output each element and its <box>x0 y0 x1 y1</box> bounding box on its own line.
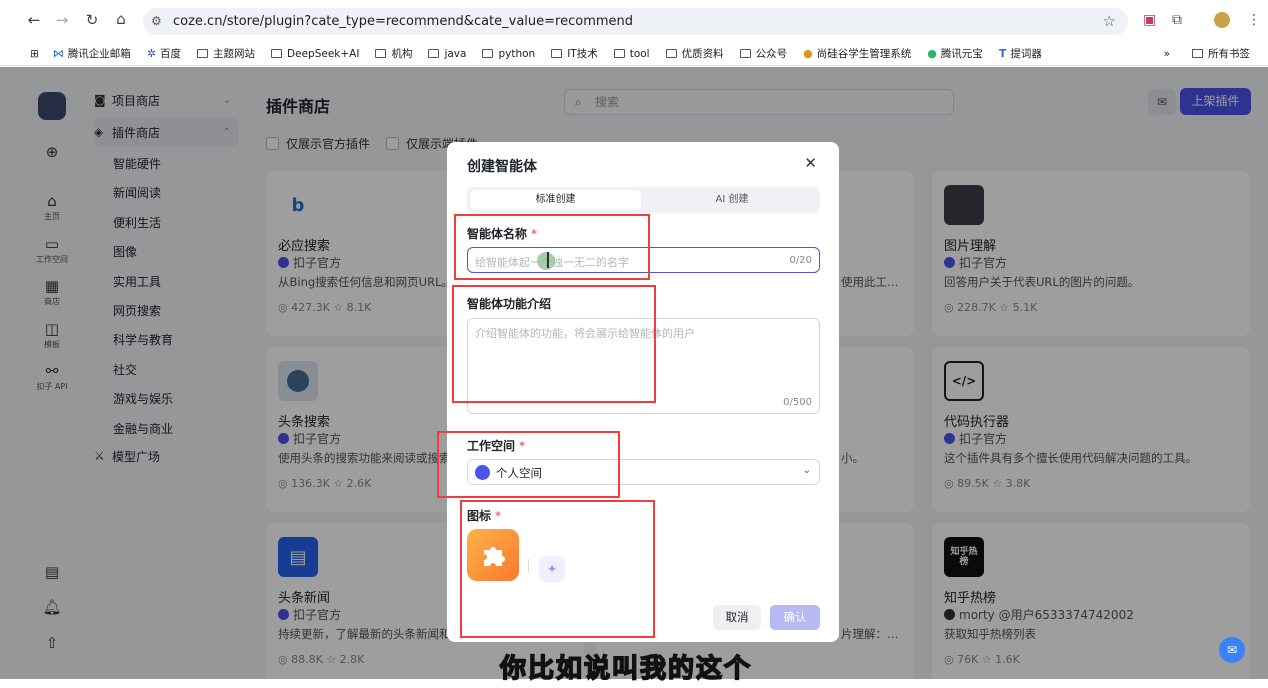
chevron-down-icon: ⌄ <box>802 465 811 476</box>
bookmark-folder[interactable]: java <box>428 48 466 60</box>
mouse-cursor <box>537 252 555 270</box>
cancel-button[interactable]: 取消 <box>713 605 761 630</box>
yuanbao-icon: ● <box>927 47 937 60</box>
bookmark-folder[interactable]: tool <box>613 48 650 60</box>
highlight-box <box>452 285 656 403</box>
folder-icon <box>197 49 209 58</box>
bookmarks-overflow: » 所有书签 <box>1164 46 1250 61</box>
highlight-box <box>460 500 655 638</box>
url-text: coze.cn/store/plugin?cate_type=recommend… <box>173 14 634 29</box>
bookmarks-bar: ⊞ ⋈ 腾讯企业邮箱 ✲ 百度 主题网站 DeepSeek+AI 机构 java p… <box>0 42 1268 66</box>
text-caret <box>547 252 549 268</box>
extensions-puzzle-icon[interactable]: ⧉ <box>1172 12 1182 28</box>
menu-kebab-icon[interactable]: ⋮ <box>1247 12 1261 28</box>
folder-icon <box>665 49 677 58</box>
forward-icon[interactable]: → <box>48 11 76 29</box>
bookmark-item[interactable]: ● 尚硅谷学生管理系统 <box>803 46 911 61</box>
folder-icon <box>1192 49 1203 58</box>
highlight-box <box>454 214 650 280</box>
back-icon[interactable]: ← <box>20 11 48 29</box>
all-bookmarks[interactable]: 所有书签 <box>1208 46 1250 61</box>
folder-icon <box>482 49 494 58</box>
more-bookmarks-icon[interactable]: » <box>1164 48 1170 60</box>
highlight-box <box>437 431 620 498</box>
teleprompter-icon: T <box>998 47 1007 60</box>
bookmark-star-icon[interactable]: ☆ <box>1103 12 1116 30</box>
extension-icon[interactable]: ▣ <box>1143 12 1156 28</box>
folder-icon <box>613 49 625 58</box>
create-mode-tabs: 标准创建 AI 创建 <box>467 187 820 213</box>
tencent-mail-icon: ⋈ <box>52 47 64 60</box>
tab-ai-create[interactable]: AI 创建 <box>647 190 817 210</box>
address-bar[interactable]: ⚙ coze.cn/store/plugin?cate_type=recomme… <box>143 8 1128 35</box>
browser-toolbar: ← → ↻ ⌂ ⚙ coze.cn/store/plugin?cate_type… <box>0 0 1268 42</box>
shangguigu-icon: ● <box>803 47 813 60</box>
chat-support-icon[interactable]: ✉ <box>1219 637 1245 663</box>
home-icon[interactable]: ⌂ <box>107 10 135 28</box>
bookmark-folder[interactable]: 优质资料 <box>665 46 724 61</box>
folder-icon <box>375 49 387 58</box>
bookmark-item[interactable]: ⋈ 腾讯企业邮箱 <box>53 46 131 61</box>
close-icon[interactable]: ✕ <box>804 154 817 172</box>
bookmark-folder[interactable]: python <box>482 48 535 60</box>
tab-standard-create[interactable]: 标准创建 <box>470 190 641 210</box>
bookmark-item[interactable]: T 提词器 <box>999 46 1042 61</box>
site-settings-icon[interactable]: ⚙ <box>151 14 162 28</box>
folder-icon <box>551 49 563 58</box>
bookmark-folder[interactable]: 机构 <box>375 46 412 61</box>
char-count: 0/20 <box>789 255 812 266</box>
video-subtitle: 你比如说叫我的这个 <box>499 653 753 685</box>
apps-grid-icon[interactable]: ⊞ <box>30 48 39 60</box>
bookmark-item[interactable]: ● 腾讯元宝 <box>927 46 983 61</box>
confirm-button[interactable]: 确认 <box>770 605 820 630</box>
reload-icon[interactable]: ↻ <box>78 11 106 29</box>
bookmark-folder[interactable]: IT技术 <box>551 46 598 61</box>
bookmark-folder[interactable]: 主题网站 <box>197 46 255 61</box>
dialog-title: 创建智能体 <box>467 159 537 175</box>
folder-icon <box>271 49 283 58</box>
char-count: 0/500 <box>783 397 812 408</box>
profile-avatar[interactable] <box>1214 12 1230 28</box>
bookmark-folder[interactable]: DeepSeek+AI <box>271 48 359 60</box>
baidu-paw-icon: ✲ <box>146 47 157 60</box>
folder-icon <box>739 49 751 58</box>
folder-icon <box>428 49 440 58</box>
bookmark-item[interactable]: ✲ 百度 <box>147 46 181 61</box>
bookmark-folder[interactable]: 公众号 <box>739 46 787 61</box>
